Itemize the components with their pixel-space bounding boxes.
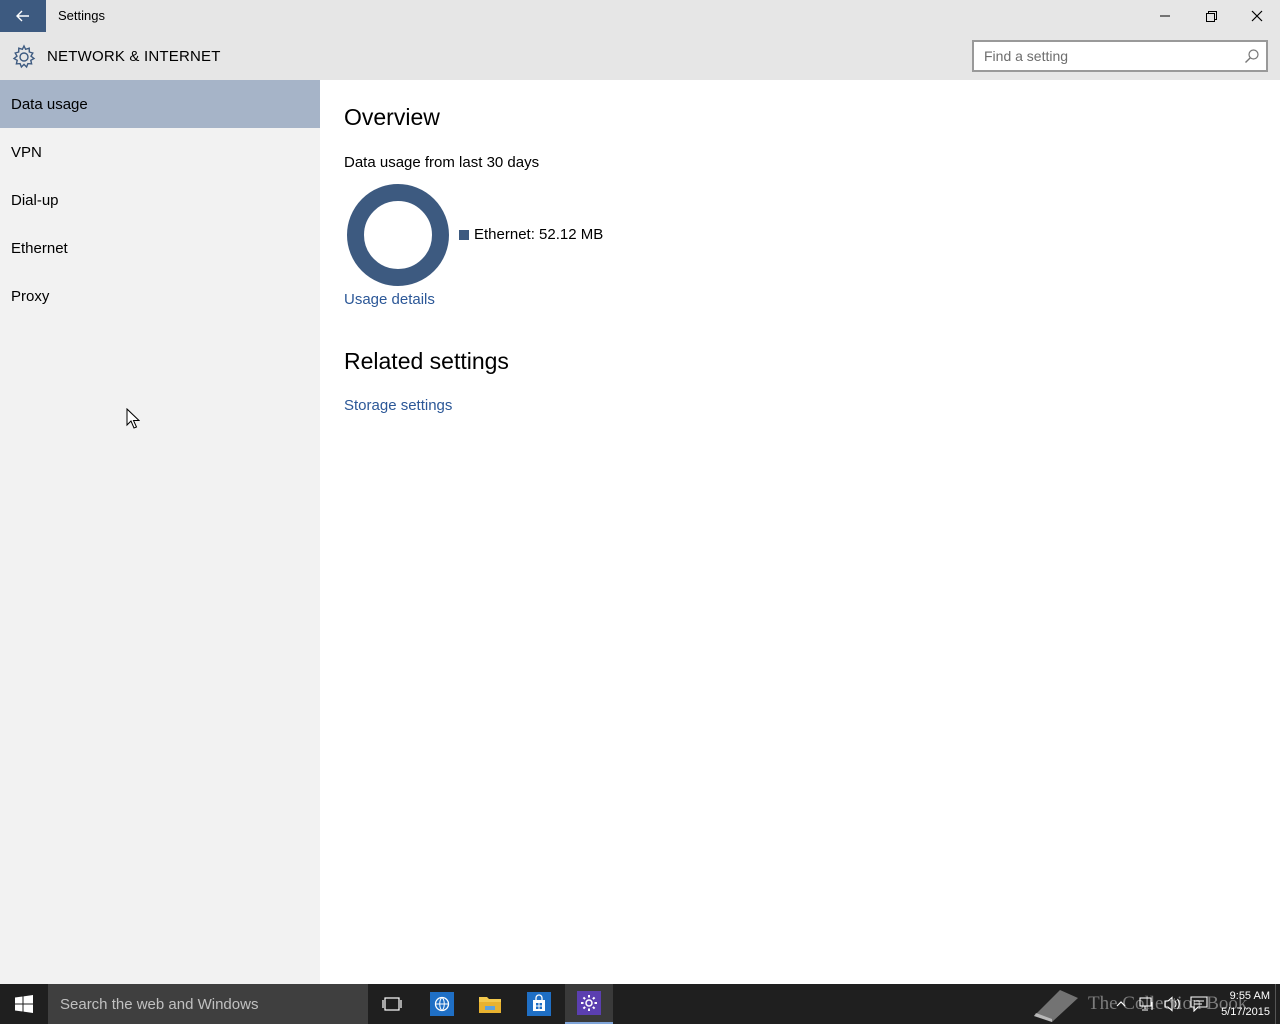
legend-label: Ethernet: 52.12 MB — [474, 226, 604, 243]
minimize-button[interactable] — [1142, 0, 1188, 32]
taskbar-search-box[interactable]: Search the web and Windows — [48, 984, 368, 1024]
page-title: NETWORK & INTERNET — [47, 48, 221, 65]
legend-swatch — [459, 229, 469, 240]
sidebar-item-vpn[interactable]: VPN — [0, 128, 320, 176]
taskbar-settings-button[interactable] — [565, 984, 613, 1024]
search-icon[interactable] — [1244, 48, 1260, 64]
taskbar: Search the web and Windows The Collectio… — [0, 984, 1280, 1024]
book-logo-icon — [1034, 990, 1078, 1022]
show-desktop-button[interactable] — [1275, 984, 1280, 1024]
system-tray — [1112, 994, 1208, 1014]
chart-legend: Ethernet: 52.12 MB — [459, 226, 603, 243]
browser-icon — [430, 992, 454, 1016]
window-title: Settings — [58, 8, 105, 23]
store-icon — [527, 992, 551, 1016]
back-button[interactable] — [0, 0, 46, 32]
close-button[interactable] — [1234, 0, 1280, 32]
donut-slice-ethernet — [347, 184, 449, 286]
minimize-icon — [1160, 15, 1170, 17]
sidebar-item-proxy[interactable]: Proxy — [0, 272, 320, 320]
clock-date: 5/17/2015 — [1221, 1006, 1270, 1018]
task-view-icon — [382, 997, 402, 1011]
mouse-cursor-icon — [126, 408, 140, 429]
sidebar: Data usage VPN Dial-up Ethernet Proxy — [0, 80, 320, 984]
title-bar: Settings — [0, 0, 1280, 32]
main-content: Overview Data usage from last 30 days Et… — [320, 80, 1280, 984]
chevron-up-icon — [1116, 1001, 1126, 1007]
taskbar-store-button[interactable] — [515, 984, 563, 1024]
taskbar-clock[interactable]: 9:55 AM 5/17/2015 — [1206, 988, 1270, 1020]
network-tray-button[interactable] — [1138, 995, 1156, 1013]
usage-caption: Data usage from last 30 days — [344, 154, 540, 171]
search-input[interactable] — [974, 42, 1234, 70]
task-view-button[interactable] — [368, 984, 416, 1024]
storage-settings-link[interactable]: Storage settings — [344, 397, 452, 414]
search-box[interactable] — [972, 40, 1268, 72]
settings-gear-icon — [577, 991, 601, 1015]
speaker-icon — [1164, 996, 1180, 1012]
folder-icon — [479, 997, 501, 1013]
windows-logo-icon — [15, 995, 33, 1013]
restore-icon — [1205, 10, 1217, 22]
taskbar-search-placeholder: Search the web and Windows — [60, 996, 259, 1013]
clock-time: 9:55 AM — [1229, 990, 1270, 1002]
sidebar-item-data-usage[interactable]: Data usage — [0, 80, 320, 128]
data-usage-donut-chart — [347, 184, 449, 286]
taskbar-file-explorer-button[interactable] — [466, 984, 514, 1024]
settings-header: NETWORK & INTERNET — [0, 32, 1280, 80]
show-hidden-icons-button[interactable] — [1112, 995, 1130, 1013]
related-settings-heading: Related settings — [344, 348, 509, 374]
gear-icon — [12, 44, 36, 69]
taskbar-browser-button[interactable] — [418, 984, 466, 1024]
close-icon — [1251, 10, 1263, 22]
restore-button[interactable] — [1188, 0, 1234, 32]
usage-details-link[interactable]: Usage details — [344, 291, 435, 308]
start-button[interactable] — [0, 984, 48, 1024]
overview-heading: Overview — [344, 104, 440, 130]
sidebar-item-dial-up[interactable]: Dial-up — [0, 176, 320, 224]
network-icon — [1139, 997, 1153, 1011]
volume-tray-button[interactable] — [1164, 995, 1182, 1013]
sidebar-item-ethernet[interactable]: Ethernet — [0, 224, 320, 272]
back-arrow-icon — [16, 10, 29, 22]
